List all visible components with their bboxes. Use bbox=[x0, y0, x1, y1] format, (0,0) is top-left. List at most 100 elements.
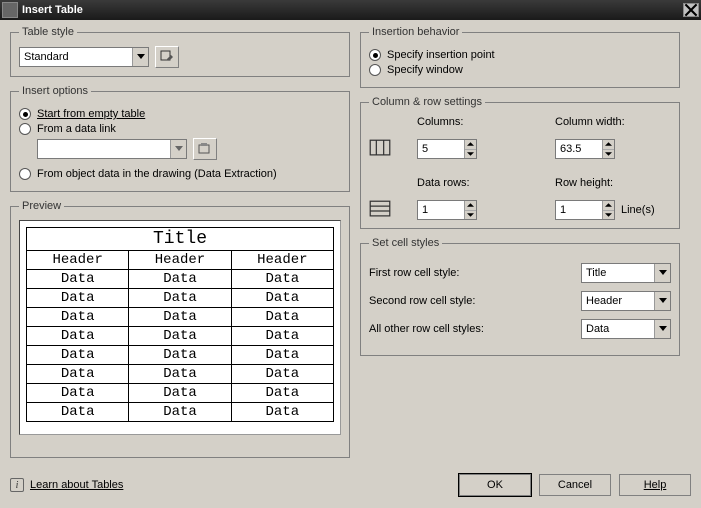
insertion-behavior-legend: Insertion behavior bbox=[369, 26, 462, 38]
preview-frame: TitleHeaderHeaderHeaderDataDataDataDataD… bbox=[19, 220, 341, 435]
radio-insertion-window-label: Specify window bbox=[387, 64, 463, 76]
preview-title-cell: Title bbox=[27, 228, 334, 251]
radio-row-insertion-window[interactable]: Specify window bbox=[369, 64, 671, 76]
first-row-style-label: First row cell style: bbox=[369, 267, 459, 279]
app-icon bbox=[2, 2, 18, 18]
preview-data-cell: Data bbox=[231, 327, 333, 346]
radio-extraction[interactable] bbox=[19, 168, 31, 180]
close-icon[interactable] bbox=[683, 3, 699, 17]
insert-options-group: Insert options Start from empty table Fr… bbox=[10, 85, 350, 192]
datarows-label: Data rows: bbox=[417, 177, 533, 189]
window-title: Insert Table bbox=[22, 4, 683, 16]
radio-insertion-point[interactable] bbox=[369, 49, 381, 61]
preview-data-cell: Data bbox=[27, 270, 129, 289]
info-icon: i bbox=[10, 478, 24, 492]
radio-empty-label: Start from empty table bbox=[37, 108, 145, 120]
radio-row-empty[interactable]: Start from empty table bbox=[19, 108, 341, 120]
colwidth-label: Column width: bbox=[555, 116, 671, 128]
insertion-behavior-group: Insertion behavior Specify insertion poi… bbox=[360, 26, 680, 88]
cell-styles-group: Set cell styles First row cell style: Ti… bbox=[360, 237, 680, 356]
radio-empty-table[interactable] bbox=[19, 108, 31, 120]
spinner-up-icon[interactable] bbox=[465, 201, 476, 211]
table-style-group: Table style Standard bbox=[10, 26, 350, 77]
spinner-up-icon[interactable] bbox=[603, 201, 614, 211]
preview-data-cell: Data bbox=[27, 346, 129, 365]
columns-icon bbox=[369, 137, 391, 159]
preview-data-cell: Data bbox=[231, 365, 333, 384]
column-row-legend: Column & row settings bbox=[369, 96, 485, 108]
preview-header-cell: Header bbox=[129, 251, 231, 270]
help-button[interactable]: Help bbox=[619, 474, 691, 496]
preview-data-cell: Data bbox=[129, 327, 231, 346]
datarows-spinner[interactable] bbox=[417, 200, 477, 220]
radio-insertion-point-label: Specify insertion point bbox=[387, 49, 495, 61]
chevron-down-icon bbox=[654, 320, 670, 338]
radio-row-datalink[interactable]: From a data link bbox=[19, 123, 341, 135]
data-link-select[interactable] bbox=[37, 139, 187, 159]
chevron-down-icon bbox=[170, 140, 186, 158]
titlebar: Insert Table bbox=[0, 0, 701, 20]
chevron-down-icon bbox=[654, 264, 670, 282]
preview-data-cell: Data bbox=[231, 384, 333, 403]
rowheight-label: Row height: bbox=[555, 177, 671, 189]
column-row-settings-group: Column & row settings Columns: Column wi… bbox=[360, 96, 680, 229]
launch-style-editor-button[interactable] bbox=[155, 46, 179, 68]
second-row-style-label: Second row cell style: bbox=[369, 295, 475, 307]
colwidth-spinner[interactable] bbox=[555, 139, 615, 159]
spinner-up-icon[interactable] bbox=[603, 140, 614, 150]
rowheight-spinner[interactable] bbox=[555, 200, 615, 220]
second-row-style-select[interactable]: Header bbox=[581, 291, 671, 311]
preview-data-cell: Data bbox=[129, 365, 231, 384]
radio-data-link[interactable] bbox=[19, 123, 31, 135]
preview-data-cell: Data bbox=[231, 346, 333, 365]
other-row-style-label: All other row cell styles: bbox=[369, 323, 484, 335]
preview-data-cell: Data bbox=[129, 270, 231, 289]
columns-label: Columns: bbox=[417, 116, 533, 128]
cancel-button[interactable]: Cancel bbox=[539, 474, 611, 496]
preview-data-cell: Data bbox=[231, 289, 333, 308]
preview-data-cell: Data bbox=[27, 403, 129, 422]
colwidth-input[interactable] bbox=[556, 140, 602, 158]
columns-input[interactable] bbox=[418, 140, 464, 158]
first-row-style-select[interactable]: Title bbox=[581, 263, 671, 283]
ok-button[interactable]: OK bbox=[459, 474, 531, 496]
radio-insertion-window[interactable] bbox=[369, 64, 381, 76]
second-row-style-value: Header bbox=[586, 295, 622, 307]
preview-data-cell: Data bbox=[27, 327, 129, 346]
preview-data-cell: Data bbox=[129, 384, 231, 403]
spinner-down-icon[interactable] bbox=[465, 150, 476, 159]
preview-legend: Preview bbox=[19, 200, 64, 212]
first-row-style-value: Title bbox=[586, 267, 606, 279]
preview-table: TitleHeaderHeaderHeaderDataDataDataDataD… bbox=[26, 227, 334, 422]
radio-row-insertion-point[interactable]: Specify insertion point bbox=[369, 49, 671, 61]
preview-data-cell: Data bbox=[231, 308, 333, 327]
learn-link[interactable]: Learn about Tables bbox=[30, 479, 123, 491]
dialog-footer: i Learn about Tables OK Cancel Help bbox=[0, 468, 701, 502]
spinner-up-icon[interactable] bbox=[465, 140, 476, 150]
columns-spinner[interactable] bbox=[417, 139, 477, 159]
preview-data-cell: Data bbox=[129, 308, 231, 327]
other-row-style-select[interactable]: Data bbox=[581, 319, 671, 339]
spinner-down-icon[interactable] bbox=[603, 211, 614, 220]
table-style-legend: Table style bbox=[19, 26, 77, 38]
rowheight-input[interactable] bbox=[556, 201, 602, 219]
datarows-input[interactable] bbox=[418, 201, 464, 219]
preview-header-cell: Header bbox=[231, 251, 333, 270]
preview-data-cell: Data bbox=[27, 384, 129, 403]
chevron-down-icon bbox=[132, 48, 148, 66]
preview-data-cell: Data bbox=[231, 403, 333, 422]
preview-data-cell: Data bbox=[129, 346, 231, 365]
spinner-down-icon[interactable] bbox=[465, 211, 476, 220]
preview-group: Preview TitleHeaderHeaderHeaderDataDataD… bbox=[10, 200, 350, 458]
data-link-browse-button[interactable] bbox=[193, 138, 217, 160]
rowheight-unit: Line(s) bbox=[621, 204, 655, 216]
radio-row-extraction[interactable]: From object data in the drawing (Data Ex… bbox=[19, 168, 341, 180]
radio-extraction-label: From object data in the drawing (Data Ex… bbox=[37, 168, 277, 180]
chevron-down-icon bbox=[654, 292, 670, 310]
preview-data-cell: Data bbox=[27, 289, 129, 308]
spinner-down-icon[interactable] bbox=[603, 150, 614, 159]
table-style-value: Standard bbox=[24, 51, 69, 63]
radio-datalink-label: From a data link bbox=[37, 123, 116, 135]
table-style-select[interactable]: Standard bbox=[19, 47, 149, 67]
preview-data-cell: Data bbox=[27, 365, 129, 384]
